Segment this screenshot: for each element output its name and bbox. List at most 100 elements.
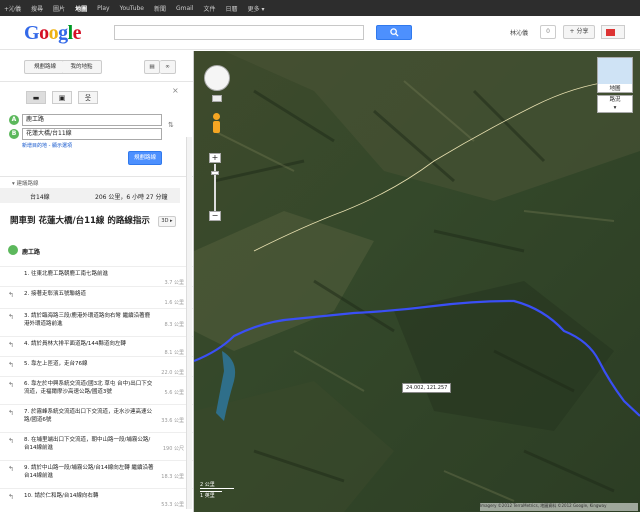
satellite-imagery[interactable] bbox=[194, 51, 640, 512]
topbar-item[interactable]: 圖片 bbox=[53, 4, 65, 13]
direction-step[interactable]: ↰ 5. 靠左上匝道，走台76線 22.0 公里 bbox=[0, 356, 193, 376]
options-links[interactable]: 新增目的地 - 顯示選項 bbox=[22, 142, 72, 149]
directions-title: 開車到 花蓮大橋/台11線 的路線指示 bbox=[10, 216, 150, 226]
topbar-item[interactable]: 新聞 bbox=[154, 4, 166, 13]
turn-icon: ↰ bbox=[8, 493, 14, 501]
map-layer-button[interactable]: 地圖 bbox=[597, 57, 633, 93]
map-copyright: Imagery ©2012 TerraMetrics, 地圖資料 ©2012 G… bbox=[480, 503, 638, 511]
step-distance: 8.1 公里 bbox=[164, 350, 184, 356]
direction-step[interactable]: ↰ 3. 請於臨海路三段/鹿港外環道路向右彎 繼續沿著鹿港外環道路前進 8.3 公里 bbox=[0, 308, 193, 336]
turn-icon: ↰ bbox=[8, 409, 14, 417]
search-input[interactable] bbox=[114, 25, 364, 40]
my-places-button[interactable]: 我的地點 bbox=[62, 60, 102, 74]
pan-control[interactable] bbox=[204, 65, 230, 91]
step-text: 10. 請於仁和路/台14線向右轉 bbox=[24, 493, 99, 499]
scale-imperial: 1 英里 bbox=[200, 491, 222, 499]
google-top-bar: +沁儀 搜尋 圖片 地圖 Play YouTube 新聞 Gmail 文件 日曆 更多 ▾ bbox=[0, 0, 640, 16]
print-icon: ▤ bbox=[149, 64, 155, 70]
close-icon[interactable]: × bbox=[172, 86, 179, 95]
step-text: 8. 在埔里端出口下交流道，朝中山路一段/埔霧公路/台14線前進 bbox=[24, 437, 151, 451]
step-text: 2. 接著走彰濱五號聯絡道 bbox=[24, 291, 86, 297]
direction-step[interactable]: ↰ 6. 靠左於中興系統交流道(國3北 草屯 台中)出口下交流道，走福爾摩沙高速公… bbox=[0, 376, 193, 404]
zoom-in-button[interactable]: + bbox=[209, 153, 221, 163]
link-button[interactable]: ∞ bbox=[160, 60, 176, 74]
zoom-slider-cap bbox=[212, 95, 222, 102]
step-distance: 22.0 公里 bbox=[161, 370, 184, 376]
direction-step[interactable]: ↰ 9. 請於中山路一段/埔霧公路/台14線向左轉 繼續沿著台14線前進 18.3 … bbox=[0, 460, 193, 488]
topbar-item[interactable]: 地圖 bbox=[75, 4, 87, 13]
start-label: 鹿工路 bbox=[22, 249, 41, 256]
walk-icon: 웃 bbox=[84, 93, 92, 102]
search-button[interactable] bbox=[376, 25, 412, 40]
link-icon: ∞ bbox=[165, 64, 170, 70]
coordinate-tooltip: 24.002, 121.257 bbox=[402, 383, 452, 393]
search-icon bbox=[389, 28, 399, 37]
user-name[interactable]: 林沁儀 bbox=[510, 28, 528, 37]
turn-icon: ↰ bbox=[8, 313, 14, 321]
turn-icon: ↰ bbox=[8, 437, 14, 445]
panel-scrollbar[interactable] bbox=[186, 137, 192, 509]
car-mode-button[interactable]: ▬ bbox=[26, 91, 46, 104]
map-thumb-icon bbox=[598, 58, 632, 84]
topbar-item[interactable]: +沁儀 bbox=[4, 4, 21, 13]
direction-step[interactable]: 1. 往東北鹿工路朝鹿工南七路前進 3.7 公里 bbox=[0, 266, 193, 286]
step-text: 4. 請於員林大排平面道路/144縣道向左轉 bbox=[24, 341, 126, 347]
step-distance: 18.3 公里 bbox=[161, 474, 184, 480]
step-distance: 53.3 公里 bbox=[161, 502, 184, 508]
header: Google 林沁儀 0 + 分享 bbox=[0, 16, 640, 50]
zoom-slider-handle[interactable] bbox=[211, 171, 219, 175]
google-logo[interactable]: Google bbox=[24, 22, 82, 45]
share-button[interactable]: + 分享 bbox=[563, 25, 595, 39]
step-distance: 33.6 公里 bbox=[161, 418, 184, 424]
destination-field[interactable]: 花蓮大橋/台11線 bbox=[22, 128, 162, 140]
notification-count[interactable]: 0 bbox=[540, 25, 556, 39]
map-view[interactable]: + − 地圖 路況 ▾ 24.002, 121.257 2 公里 1 英里 Ima… bbox=[194, 51, 640, 512]
topbar-item[interactable]: 文件 bbox=[204, 4, 216, 13]
zoom-out-button[interactable]: − bbox=[209, 211, 221, 221]
step-text: 6. 靠左於中興系統交流道(國3北 草屯 台中)出口下交流道，走福爾摩沙高速公路… bbox=[24, 381, 153, 395]
suggested-routes-label[interactable]: ▾ 建議路線 bbox=[12, 179, 39, 187]
direction-step[interactable]: ↰ 4. 請於員林大排平面道路/144縣道向左轉 8.1 公里 bbox=[0, 336, 193, 356]
turn-icon: ↰ bbox=[8, 291, 14, 299]
route-option[interactable]: 台14線 206 公里，6 小時 27 分鐘 bbox=[0, 188, 180, 203]
direction-step[interactable]: ↰ 10. 請於仁和路/台14線向右轉 53.3 公里 bbox=[0, 488, 193, 508]
car-icon: ▬ bbox=[32, 93, 40, 102]
direction-step[interactable]: ↰ 8. 在埔里端出口下交流道，朝中山路一段/埔霧公路/台14線前進 190 公尺 bbox=[0, 432, 193, 460]
print-button[interactable]: ▤ bbox=[144, 60, 160, 74]
topbar-item[interactable]: Play bbox=[97, 5, 110, 12]
transit-mode-button[interactable]: ▣ bbox=[52, 91, 72, 104]
step-text: 1. 往東北鹿工路朝鹿工南七路前進 bbox=[24, 271, 108, 277]
step-distance: 5.6 公里 bbox=[164, 390, 184, 396]
swap-icon[interactable]: ⇅ bbox=[168, 121, 174, 129]
start-marker-icon: A bbox=[9, 115, 19, 125]
topbar-item[interactable]: 更多 ▾ bbox=[248, 4, 265, 13]
avatar[interactable] bbox=[601, 25, 625, 39]
topbar-item[interactable]: Gmail bbox=[176, 5, 194, 12]
turn-icon: ↰ bbox=[8, 381, 14, 389]
start-pin-icon bbox=[8, 245, 18, 255]
route-summary: 206 公里，6 小時 27 分鐘 bbox=[95, 194, 168, 201]
direction-step[interactable]: ↰ 7. 於霧峰系統交流道出口下交流道，走水沙連高速公路/國道6號 33.6 公里 bbox=[0, 404, 193, 432]
turn-icon bbox=[8, 271, 16, 279]
step-distance: 1.6 公里 bbox=[164, 300, 184, 306]
step-text: 5. 靠左上匝道，走台76線 bbox=[24, 361, 88, 367]
step-distance: 8.3 公里 bbox=[164, 322, 184, 328]
directions-button[interactable]: 規劃路線 bbox=[24, 60, 66, 74]
start-field[interactable]: 鹿工路 bbox=[22, 114, 162, 126]
topbar-item[interactable]: YouTube bbox=[120, 5, 144, 12]
walk-mode-button[interactable]: 웃 bbox=[78, 91, 98, 104]
step-text: 3. 請於臨海路三段/鹿港外環道路向右彎 繼續沿著鹿港外環道路前進 bbox=[24, 313, 151, 327]
direction-step[interactable]: ↰ 2. 接著走彰濱五號聯絡道 1.6 公里 bbox=[0, 286, 193, 308]
3d-button[interactable]: 3D ▸ bbox=[158, 216, 176, 227]
step-text: 9. 請於中山路一段/埔霧公路/台14線向左轉 繼續沿著台14線前進 bbox=[24, 465, 154, 479]
turn-icon: ↰ bbox=[8, 361, 14, 369]
topbar-item[interactable]: 搜尋 bbox=[31, 4, 43, 13]
turn-icon: ↰ bbox=[8, 465, 14, 473]
pegman-icon[interactable] bbox=[210, 113, 222, 137]
topbar-item[interactable]: 日曆 bbox=[226, 4, 238, 13]
flag-icon bbox=[606, 29, 615, 36]
directions-panel: 規劃路線 我的地點 ▤ ∞ × ▬ ▣ 웃 A 鹿工路 B 花蓮大橋/台11線 … bbox=[0, 51, 194, 512]
step-text: 7. 於霧峰系統交流道出口下交流道，走水沙連高速公路/國道6號 bbox=[24, 409, 152, 423]
traffic-layer-button[interactable]: 路況 ▾ bbox=[597, 95, 633, 113]
get-directions-button[interactable]: 規劃路線 bbox=[128, 151, 162, 165]
